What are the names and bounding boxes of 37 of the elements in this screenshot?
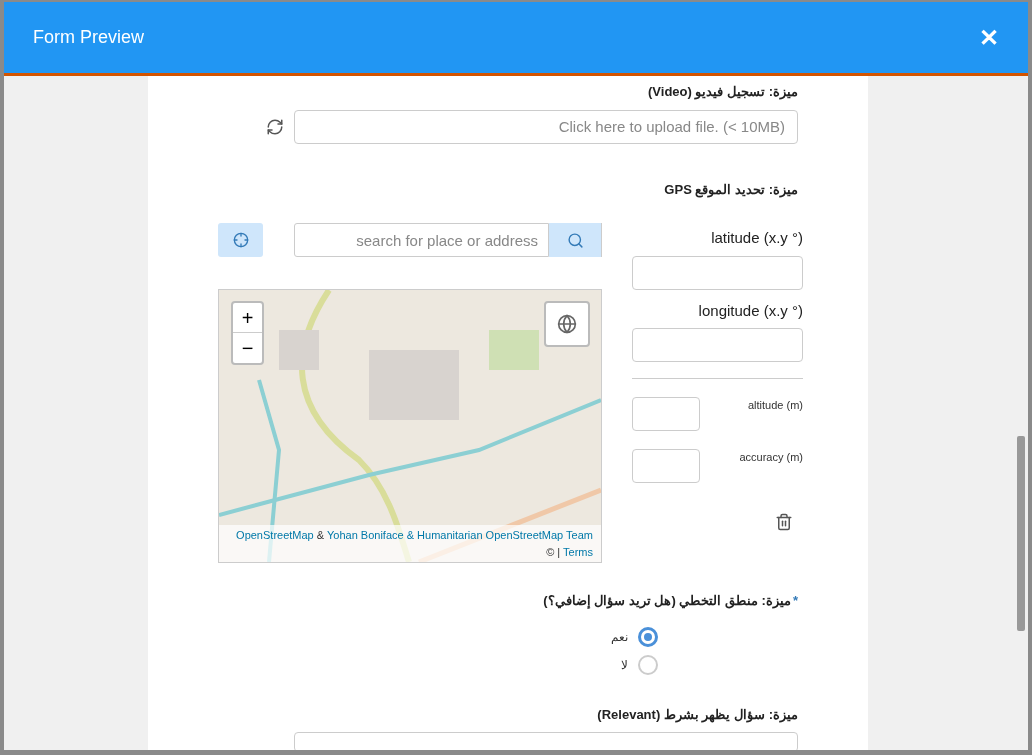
field-label: latitude (x.y °) [711, 228, 803, 248]
window-title: Form Preview [33, 26, 144, 49]
required-mark: * [792, 592, 798, 610]
search-button[interactable] [549, 223, 601, 257]
question-label: ميزة: تسجيل فيديو (Video) [647, 83, 798, 102]
attribution-link[interactable]: OpenStreetMap [236, 529, 314, 541]
text-field[interactable] [294, 732, 798, 750]
coordinate-field[interactable] [632, 397, 700, 431]
search-field[interactable]: search for place or address [294, 223, 549, 257]
field-label: altitude (m) [747, 398, 803, 413]
zoom-out-button[interactable]: − [233, 333, 262, 363]
coordinate-field[interactable] [632, 255, 803, 290]
option-label: نعم [611, 628, 628, 646]
zoom-in-button[interactable]: + [233, 303, 262, 333]
layers-button[interactable] [544, 301, 590, 347]
coordinate-field[interactable] [632, 328, 803, 362]
field-label: accuracy (m) [739, 450, 803, 465]
globe-icon [557, 314, 577, 334]
search-icon [566, 231, 584, 249]
close-button[interactable]: ✕ [979, 19, 999, 56]
question-label: ميزة: سؤال يظهر بشرط (Relevant) [596, 705, 798, 724]
attribution-link[interactable]: Yohan Boniface & Humanitarian OpenStreetMap Team [327, 529, 593, 541]
attribution-link[interactable]: Terms [563, 545, 593, 558]
locate-button[interactable] [218, 223, 263, 257]
option-label: لا [621, 656, 628, 674]
question-label: ميزة: منطق التخطي (هل تريد سؤال إضافي؟) [543, 592, 791, 611]
delete-icon[interactable] [775, 513, 793, 531]
field-label: longitude (x.y °) [698, 300, 803, 321]
map[interactable]: + − OpenStreetMap & Yohan Boniface & Humanitarian OpenStreetMap Team © | Terms [218, 289, 602, 563]
refresh-icon[interactable] [266, 117, 284, 136]
radio-button[interactable] [638, 626, 658, 647]
coordinate-field[interactable] [632, 449, 700, 483]
map-attribution: OpenStreetMap & Yohan Boniface & Humanitarian OpenStreetMap Team © | Terms [219, 525, 601, 562]
crosshair-icon [232, 232, 249, 248]
upload-field[interactable]: Click here to upload file. (< 10MB) [294, 109, 798, 144]
radio-button[interactable] [638, 654, 658, 675]
question-label: ميزة: تحديد الموقع GPS [663, 180, 798, 199]
